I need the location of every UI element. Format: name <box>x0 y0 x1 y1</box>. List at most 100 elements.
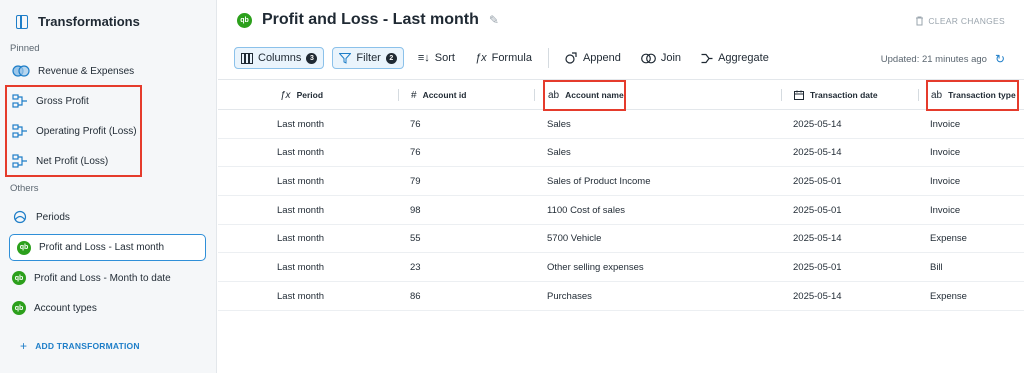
clear-changes-button[interactable]: CLEAR CHANGES <box>915 16 1005 26</box>
column-divider[interactable] <box>534 89 535 101</box>
cell-period: Last month <box>277 175 324 187</box>
sidebar-item-label: Profit and Loss - Last month <box>39 242 165 253</box>
cell-account-name: 5700 Vehicle <box>547 233 602 245</box>
sidebar-item-revenue-expenses[interactable]: Revenue & Expenses <box>12 59 134 83</box>
table-row[interactable]: Last month 98 1100 Cost of sales 2025-05… <box>218 196 1024 225</box>
formula-label: Formula <box>491 52 532 64</box>
cell-transaction-type: Invoice <box>930 147 961 159</box>
add-transformation-label: ADD TRANSFORMATION <box>35 341 140 351</box>
cell-transaction-type: Invoice <box>930 118 961 130</box>
overlap-circles-icon <box>12 65 30 77</box>
cell-transaction-date: 2025-05-01 <box>793 204 842 216</box>
edit-pencil-icon[interactable]: ✎ <box>489 13 499 27</box>
filter-count-badge: 2 <box>385 52 397 64</box>
columns-button[interactable]: Columns 3 <box>234 47 325 69</box>
cell-account-name: Purchases <box>547 290 592 302</box>
table-row[interactable]: Last month 76 Sales 2025-05-14 Invoice <box>218 110 1024 139</box>
column-header-period[interactable]: ƒx Period <box>280 80 323 110</box>
plus-icon: + <box>20 339 28 353</box>
filter-button[interactable]: Filter 2 <box>332 47 404 69</box>
aggregate-label: Aggregate <box>718 52 769 64</box>
formula-button[interactable]: ƒx Formula <box>469 47 538 69</box>
sidebar-item-label: Periods <box>36 211 70 223</box>
formula-icon: ƒx <box>474 52 487 64</box>
cell-period: Last month <box>277 118 324 130</box>
table-row[interactable]: Last month 23 Other selling expenses 202… <box>218 253 1024 283</box>
cell-account-id: 23 <box>410 261 421 273</box>
filter-icon <box>339 52 352 64</box>
table-row[interactable]: Last month 86 Purchases 2025-05-14 Expen… <box>218 282 1024 311</box>
cell-period: Last month <box>277 233 324 245</box>
cell-transaction-date: 2025-05-14 <box>793 118 842 130</box>
table-header: ƒx Period # Account id ab Account name T… <box>218 79 1024 111</box>
join-button[interactable]: Join <box>635 47 687 69</box>
refresh-icon[interactable]: ↻ <box>995 52 1005 66</box>
sidebar-title: Transformations <box>38 14 140 29</box>
cell-account-name: Other selling expenses <box>547 261 644 273</box>
table-row[interactable]: Last month 55 5700 Vehicle 2025-05-14 Ex… <box>218 225 1024 254</box>
append-icon <box>565 52 577 64</box>
formula-icon: ƒx <box>280 89 291 101</box>
cell-account-id: 76 <box>410 118 421 130</box>
aggregate-button[interactable]: Aggregate <box>695 47 775 69</box>
cell-account-name: Sales of Product Income <box>547 175 651 187</box>
join-icon <box>640 53 656 63</box>
sidebar-item-label: Profit and Loss - Month to date <box>34 272 171 284</box>
cell-account-name: Sales <box>547 118 571 130</box>
sidebar-item-label: Revenue & Expenses <box>38 65 135 77</box>
calendar-icon <box>794 90 804 100</box>
cell-transaction-date: 2025-05-14 <box>793 147 842 159</box>
cell-account-name: Sales <box>547 147 571 159</box>
columns-count-badge: 3 <box>306 52 318 64</box>
sidebar-item-periods[interactable]: Periods <box>12 205 70 229</box>
quickbooks-icon: qb <box>12 271 26 285</box>
highlight-box-transaction-type <box>926 80 1019 111</box>
column-header-label: Account id <box>422 90 467 100</box>
column-header-transaction-date[interactable]: Transaction date <box>794 80 878 110</box>
columns-icon <box>241 52 253 64</box>
cell-transaction-type: Bill <box>930 261 943 273</box>
columns-label: Columns <box>258 52 302 64</box>
quickbooks-icon: qb <box>12 301 26 315</box>
cell-transaction-date: 2025-05-01 <box>793 261 842 273</box>
sidebar-item-profit-loss-month-to-date[interactable]: qb Profit and Loss - Month to date <box>12 266 171 290</box>
cell-transaction-date: 2025-05-01 <box>793 175 842 187</box>
column-header-account-id[interactable]: # Account id <box>411 80 466 110</box>
table-row[interactable]: Last month 76 Sales 2025-05-14 Invoice <box>218 139 1024 168</box>
highlight-box-account-name <box>543 80 626 111</box>
cell-account-id: 76 <box>410 147 421 159</box>
main-panel: qb Profit and Loss - Last month ✎ CLEAR … <box>218 0 1024 373</box>
append-label: Append <box>582 52 621 64</box>
sidebar-item-profit-loss-last-month[interactable]: qb Profit and Loss - Last month <box>9 234 206 261</box>
toolbar-divider <box>547 48 549 68</box>
sidebar: Transformations Pinned Revenue & Expense… <box>0 0 217 373</box>
column-divider[interactable] <box>781 89 782 101</box>
highlight-box-pinned <box>5 85 142 177</box>
filter-label: Filter <box>356 52 381 64</box>
updated-status: Updated: 21 minutes ago ↻ <box>881 52 1005 66</box>
add-transformation-button[interactable]: + ADD TRANSFORMATION <box>20 339 140 353</box>
cell-transaction-type: Expense <box>930 290 967 302</box>
quickbooks-icon: qb <box>17 240 31 255</box>
cell-transaction-type: Invoice <box>930 175 961 187</box>
panel-toggle-icon[interactable] <box>16 14 28 29</box>
join-label: Join <box>660 52 682 64</box>
append-button[interactable]: Append <box>559 47 627 69</box>
pinned-section-label: Pinned <box>10 43 40 54</box>
trash-icon <box>916 16 924 26</box>
cell-period: Last month <box>277 147 324 159</box>
cell-period: Last month <box>277 204 324 216</box>
cell-transaction-date: 2025-05-14 <box>793 290 842 302</box>
column-header-label: Period <box>296 90 324 100</box>
cell-account-id: 55 <box>410 233 421 245</box>
column-divider[interactable] <box>918 89 919 101</box>
cell-account-id: 98 <box>410 204 421 216</box>
table-row[interactable]: Last month 79 Sales of Product Income 20… <box>218 167 1024 197</box>
sidebar-item-account-types[interactable]: qb Account types <box>12 296 97 320</box>
sort-button[interactable]: ≡↓ Sort <box>412 47 461 69</box>
page-header: qb Profit and Loss - Last month ✎ <box>237 11 499 29</box>
sidebar-header: Transformations <box>16 14 140 29</box>
column-divider[interactable] <box>398 89 399 101</box>
updated-label: Updated: 21 minutes ago <box>880 53 987 65</box>
sort-icon: ≡↓ <box>417 52 430 64</box>
